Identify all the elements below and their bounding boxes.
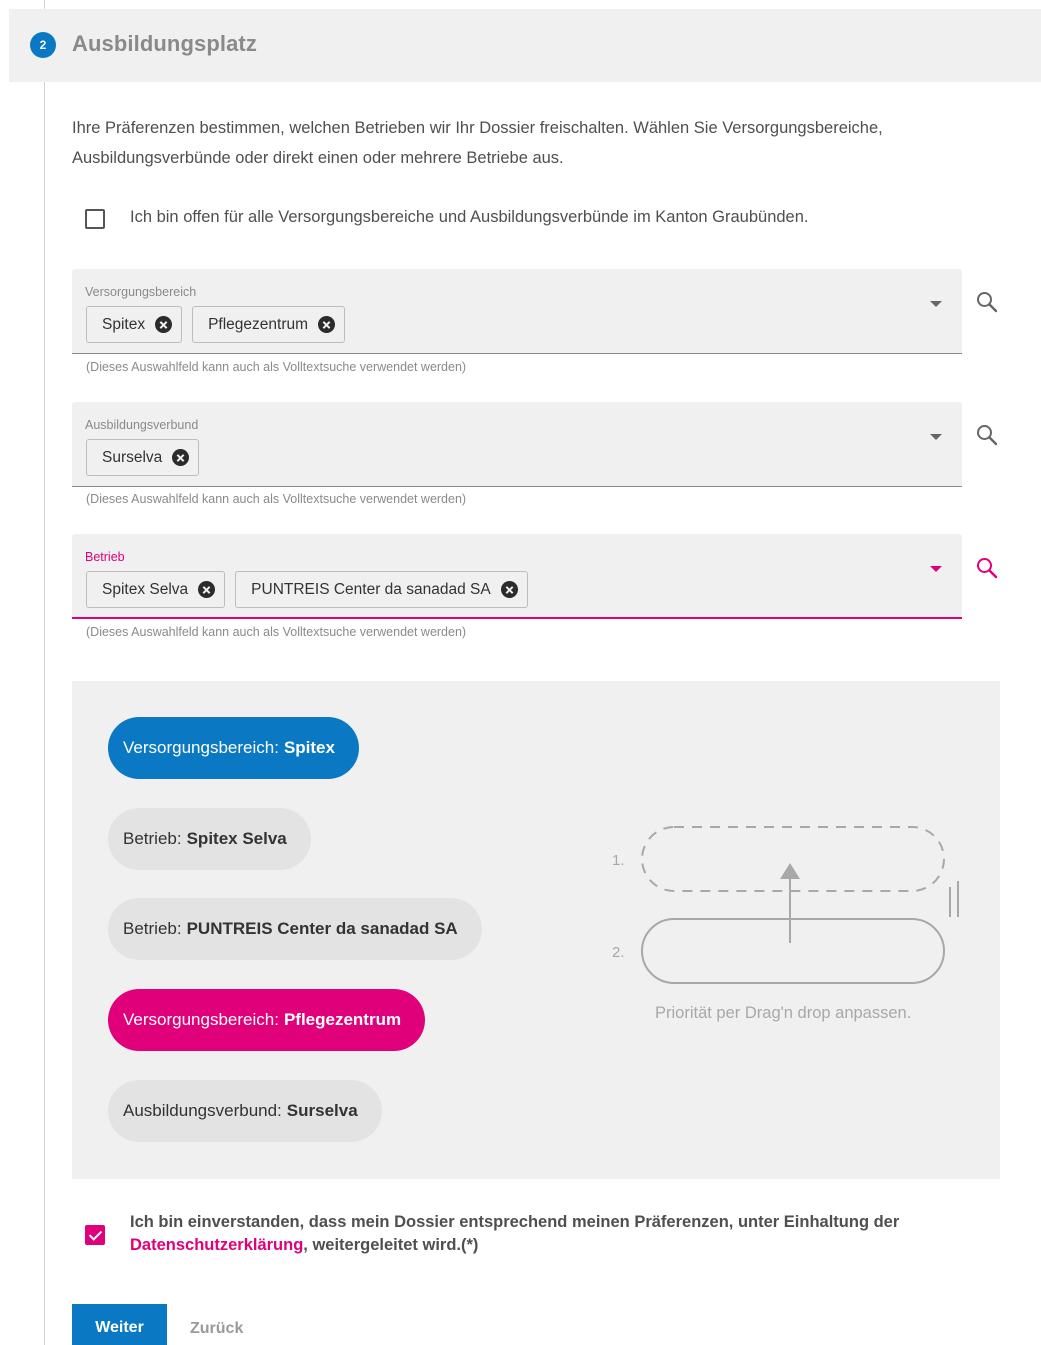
search-icon[interactable] [975,290,999,314]
dropdown-arrow-icon[interactable] [930,566,942,572]
step-timeline-line [44,0,45,1345]
arrow-head-icon [780,863,800,879]
chip-surselva: Surselva [86,439,200,476]
drag-drop-illustration: 1. 2. [612,826,959,984]
betrieb-select[interactable]: Betrieb Spitex Selva PUNTREIS Center da … [72,534,962,619]
privacy-policy-link[interactable]: Datenschutzerklärung [130,1236,303,1254]
priority-item-value: Pflegezentrum [283,1010,402,1029]
consent-text-after: , weitergeleitet wird.(*) [303,1236,479,1254]
priority-item[interactable]: Ausbildungsverbund: Surselva [108,1080,382,1142]
chip-label: Surselva [102,448,163,466]
priority-item-prefix: Ausbildungsverbund: [123,1101,282,1120]
step-header: 2 Ausbildungsplatz [9,9,1041,82]
chip-spitex-selva: Spitex Selva [86,571,226,608]
open-for-all-label: Ich bin offen für alle Versorgungsbereic… [130,208,809,226]
priority-item[interactable]: Versorgungsbereich: Pflegezentrum [108,989,426,1051]
field-hint: (Dieses Auswahlfeld kann auch als Vollte… [86,625,467,639]
search-icon[interactable] [975,423,999,447]
field-hint: (Dieses Auswahlfeld kann auch als Vollte… [86,492,467,506]
chip-label: Spitex Selva [102,580,189,598]
next-button[interactable]: Weiter [72,1304,167,1345]
dropdown-arrow-icon[interactable] [930,301,942,307]
step-title: Ausbildungsplatz [72,31,257,56]
priority-item-prefix: Betrieb: [123,829,182,848]
priority-item[interactable]: Betrieb: PUNTREIS Center da sanadad SA [108,898,482,960]
priority-item-value: Spitex [283,738,335,757]
priority-item[interactable]: Betrieb: Spitex Selva [108,808,311,870]
remove-chip-icon[interactable] [172,449,190,466]
step-number-badge: 2 [30,32,56,58]
dropdown-arrow-icon[interactable] [930,434,942,440]
priority-item-prefix: Versorgungsbereich: [123,1010,279,1029]
remove-chip-icon[interactable] [198,581,216,598]
field-hint: (Dieses Auswahlfeld kann auch als Vollte… [86,360,467,374]
versorgungsbereich-select[interactable]: Versorgungsbereich Spitex Pflegezentrum [72,269,962,354]
open-for-all-checkbox[interactable] [85,209,105,229]
chip-label: Pflegezentrum [208,315,309,333]
chip-pflegezentrum: Pflegezentrum [192,306,346,343]
versorgungsbereich-label: Versorgungsbereich [85,285,197,299]
consent-text: Ich bin einverstanden, dass mein Dossier… [130,1211,1010,1257]
betrieb-label: Betrieb [85,550,125,564]
drag-drop-caption: Priorität per Drag'n drop anpassen. [655,1004,912,1022]
chip-spitex: Spitex [86,306,183,343]
back-button[interactable]: Zurück [190,1320,243,1338]
illustration-number-2: 2. [612,944,625,961]
search-icon[interactable] [975,556,999,580]
dashed-target-slot [641,826,945,892]
intro-text: Ihre Präferenzen bestimmen, welchen Betr… [72,119,883,167]
remove-chip-icon[interactable] [500,581,518,598]
chip-label: Spitex [102,315,146,333]
remove-chip-icon[interactable] [318,316,336,333]
illustration-number-1: 1. [612,852,625,869]
priority-item-value: Spitex Selva [186,829,287,848]
chip-puntreis: PUNTREIS Center da sanadad SA [235,571,528,608]
consent-checkbox[interactable] [85,1225,105,1245]
chip-label: PUNTREIS Center da sanadad SA [251,580,491,598]
remove-chip-icon[interactable] [155,316,173,333]
priority-item-prefix: Betrieb: [123,919,182,938]
ausbildungsverbund-select[interactable]: Ausbildungsverbund Surselva [72,402,962,487]
priority-item-prefix: Versorgungsbereich: [123,738,279,757]
ausbildungsverbund-label: Ausbildungsverbund [85,418,199,432]
priority-item-value: Surselva [286,1101,358,1120]
consent-text-before: Ich bin einverstanden, dass mein Dossier… [130,1213,900,1231]
solid-item-slot [641,918,945,984]
priority-item[interactable]: Versorgungsbereich: Spitex [108,717,359,779]
priority-item-value: PUNTREIS Center da sanadad SA [186,919,458,938]
